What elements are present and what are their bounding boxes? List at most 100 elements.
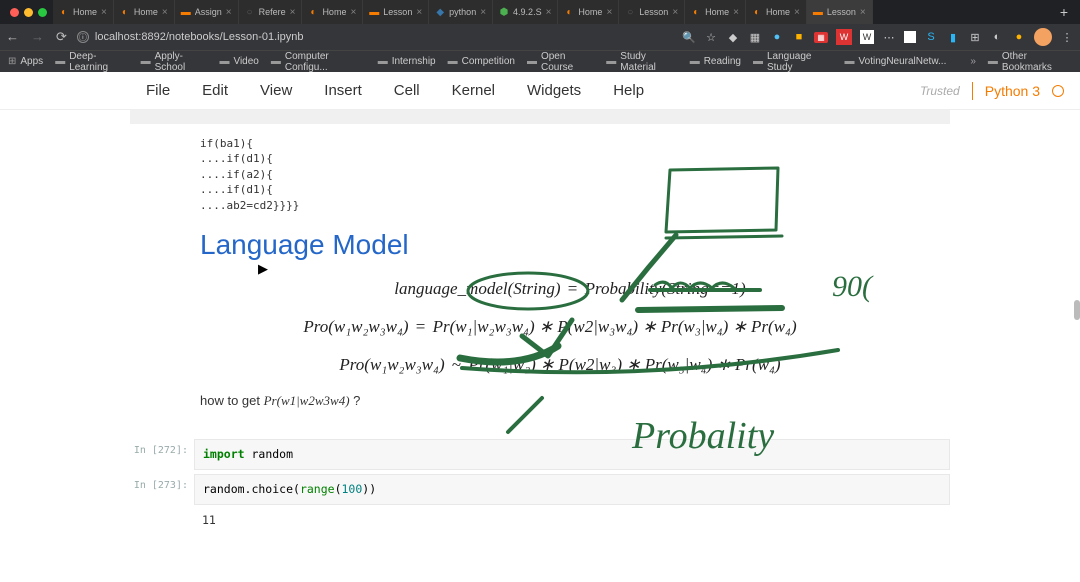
browser-tab[interactable]: ⬢4.9.2.S× <box>493 0 558 24</box>
tab-close-icon[interactable]: × <box>606 7 612 18</box>
bookmark-folder[interactable]: ▬Apply-School <box>141 51 208 73</box>
bookmark-folder[interactable]: ▬Open Course <box>527 51 594 73</box>
code-input[interactable]: import random <box>194 439 950 470</box>
tab-close-icon[interactable]: × <box>290 7 296 18</box>
tab-close-icon[interactable]: × <box>162 7 168 18</box>
favicon-icon: ◆ <box>435 7 445 17</box>
browser-tab[interactable]: ▬Lesson× <box>807 0 873 24</box>
browser-tab[interactable]: ◐Home× <box>746 0 807 24</box>
bookmark-folder[interactable]: ▬Reading <box>690 56 741 67</box>
maximize-window-icon[interactable] <box>38 8 47 17</box>
bookmark-folder[interactable]: ▬Competition <box>448 56 515 67</box>
url-field[interactable]: ⓘ localhost:8892/notebooks/Lesson-01.ipy… <box>77 31 672 43</box>
ext-icon-3[interactable]: ● <box>770 30 784 44</box>
menu-cell[interactable]: Cell <box>378 82 436 99</box>
output-value: 11 <box>194 509 950 531</box>
tab-title: Lesson <box>827 7 856 17</box>
search-icon[interactable]: 🔍 <box>682 30 696 44</box>
scrollbar[interactable] <box>1072 72 1080 582</box>
menu-edit[interactable]: Edit <box>186 82 244 99</box>
ext-icon-8[interactable]: ⋯ <box>882 30 896 44</box>
tab-title: Assign <box>195 7 222 17</box>
tab-close-icon[interactable]: × <box>480 7 486 18</box>
ext-icon-10[interactable]: S <box>924 30 938 44</box>
minimize-window-icon[interactable] <box>24 8 33 17</box>
favicon-icon: ⬢ <box>499 7 509 17</box>
profile-avatar[interactable] <box>1034 28 1052 46</box>
apps-shortcut[interactable]: ⊞Apps <box>8 56 43 67</box>
close-window-icon[interactable] <box>10 8 19 17</box>
tab-close-icon[interactable]: × <box>546 7 552 18</box>
scrollbar-thumb[interactable] <box>1074 300 1080 320</box>
bookmark-folder[interactable]: ▬Internship <box>378 56 436 67</box>
bookmark-folder[interactable]: ▬Computer Configu... <box>271 51 366 73</box>
bookmark-folder[interactable]: ▬Deep-Learning <box>55 51 128 73</box>
ext-icon-5[interactable]: ▦ <box>814 30 828 44</box>
bookmark-folder[interactable]: ▬Video <box>219 56 258 67</box>
tab-title: Lesson <box>639 7 668 17</box>
menu-help[interactable]: Help <box>597 82 660 99</box>
code-cell[interactable]: In [273]: random.choice(range(100)) <box>130 474 950 505</box>
tab-title: python <box>449 7 476 17</box>
browser-tab[interactable]: ◆ python × <box>429 0 493 24</box>
browser-tab[interactable]: ▬Assign× <box>175 0 239 24</box>
ext-icon-14[interactable]: ● <box>1012 30 1026 44</box>
reload-button[interactable]: ⟳ <box>56 29 67 45</box>
ext-icon-7[interactable]: W <box>860 30 874 44</box>
trusted-indicator[interactable]: Trusted <box>920 84 960 98</box>
ext-icon-1[interactable]: ◆ <box>726 30 740 44</box>
tab-close-icon[interactable]: × <box>350 7 356 18</box>
browser-tab[interactable]: ▬Lesson× <box>363 0 429 24</box>
mouse-cursor-icon: ▶ <box>258 261 268 277</box>
tab-close-icon[interactable]: × <box>416 7 422 18</box>
browser-tab[interactable]: ○Refere× <box>239 0 303 24</box>
browser-tab[interactable]: ◐Home× <box>114 0 175 24</box>
code-cell[interactable]: In [272]: import random <box>130 439 950 470</box>
ext-icon-11[interactable]: ▮ <box>946 30 960 44</box>
bookmark-folder[interactable]: ▬Language Study <box>753 51 833 73</box>
browser-tab[interactable]: ◐Home× <box>53 0 114 24</box>
menu-insert[interactable]: Insert <box>308 82 378 99</box>
browser-tab[interactable]: ◐Home× <box>302 0 363 24</box>
menu-kernel[interactable]: Kernel <box>436 82 511 99</box>
ext-icon-6[interactable]: W <box>836 29 852 45</box>
browser-tab[interactable]: ◐Home× <box>558 0 619 24</box>
notebook-area[interactable]: if(ba1){ ....if(d1){ ....if(a2){ ....if(… <box>0 110 1080 531</box>
browser-tab[interactable]: ○ Lesson × <box>619 0 685 24</box>
tab-close-icon[interactable]: × <box>101 7 107 18</box>
bookmarks-bar: ⊞Apps ▬Deep-Learning ▬Apply-School ▬Vide… <box>0 50 1080 72</box>
in-prompt: In [272]: <box>130 439 194 470</box>
tab-title: Home <box>134 7 158 17</box>
ext-icon-2[interactable]: ▦ <box>748 30 762 44</box>
other-bookmarks[interactable]: ▬Other Bookmarks <box>988 51 1072 73</box>
window-controls[interactable] <box>4 8 53 17</box>
browser-tab[interactable]: ◐Home× <box>685 0 746 24</box>
tab-close-icon[interactable]: × <box>672 7 678 18</box>
out-prompt <box>130 509 194 531</box>
back-button[interactable]: ← <box>6 29 19 45</box>
menu-icon[interactable]: ⋮ <box>1060 30 1074 44</box>
menu-widgets[interactable]: Widgets <box>511 82 597 99</box>
bookmark-folder[interactable]: ▬VotingNeuralNetw... <box>845 56 947 67</box>
tab-title: Home <box>705 7 729 17</box>
ext-icon-12[interactable]: ⊞ <box>968 30 982 44</box>
ext-icon-4[interactable]: ■ <box>792 30 806 44</box>
bookmark-folder[interactable]: ▬Study Material <box>606 51 677 73</box>
bookmarks-overflow[interactable]: » <box>970 56 976 67</box>
forward-button[interactable]: → <box>31 29 44 45</box>
tab-close-icon[interactable]: × <box>733 7 739 18</box>
new-tab-button[interactable]: + <box>1052 4 1076 20</box>
menu-file[interactable]: File <box>130 82 186 99</box>
ext-icon-13[interactable]: ◐ <box>990 30 1004 44</box>
code-input[interactable]: random.choice(range(100)) <box>194 474 950 505</box>
kernel-indicator-icon[interactable] <box>1052 85 1064 97</box>
tab-close-icon[interactable]: × <box>860 7 866 18</box>
site-info-icon[interactable]: ⓘ <box>77 31 89 43</box>
tab-close-icon[interactable]: × <box>226 7 232 18</box>
tab-close-icon[interactable]: × <box>794 7 800 18</box>
star-icon[interactable]: ☆ <box>704 30 718 44</box>
kernel-name[interactable]: Python 3 <box>985 83 1040 99</box>
menu-view[interactable]: View <box>244 82 308 99</box>
favicon-icon: ○ <box>625 7 635 17</box>
ext-icon-9[interactable] <box>904 31 916 43</box>
